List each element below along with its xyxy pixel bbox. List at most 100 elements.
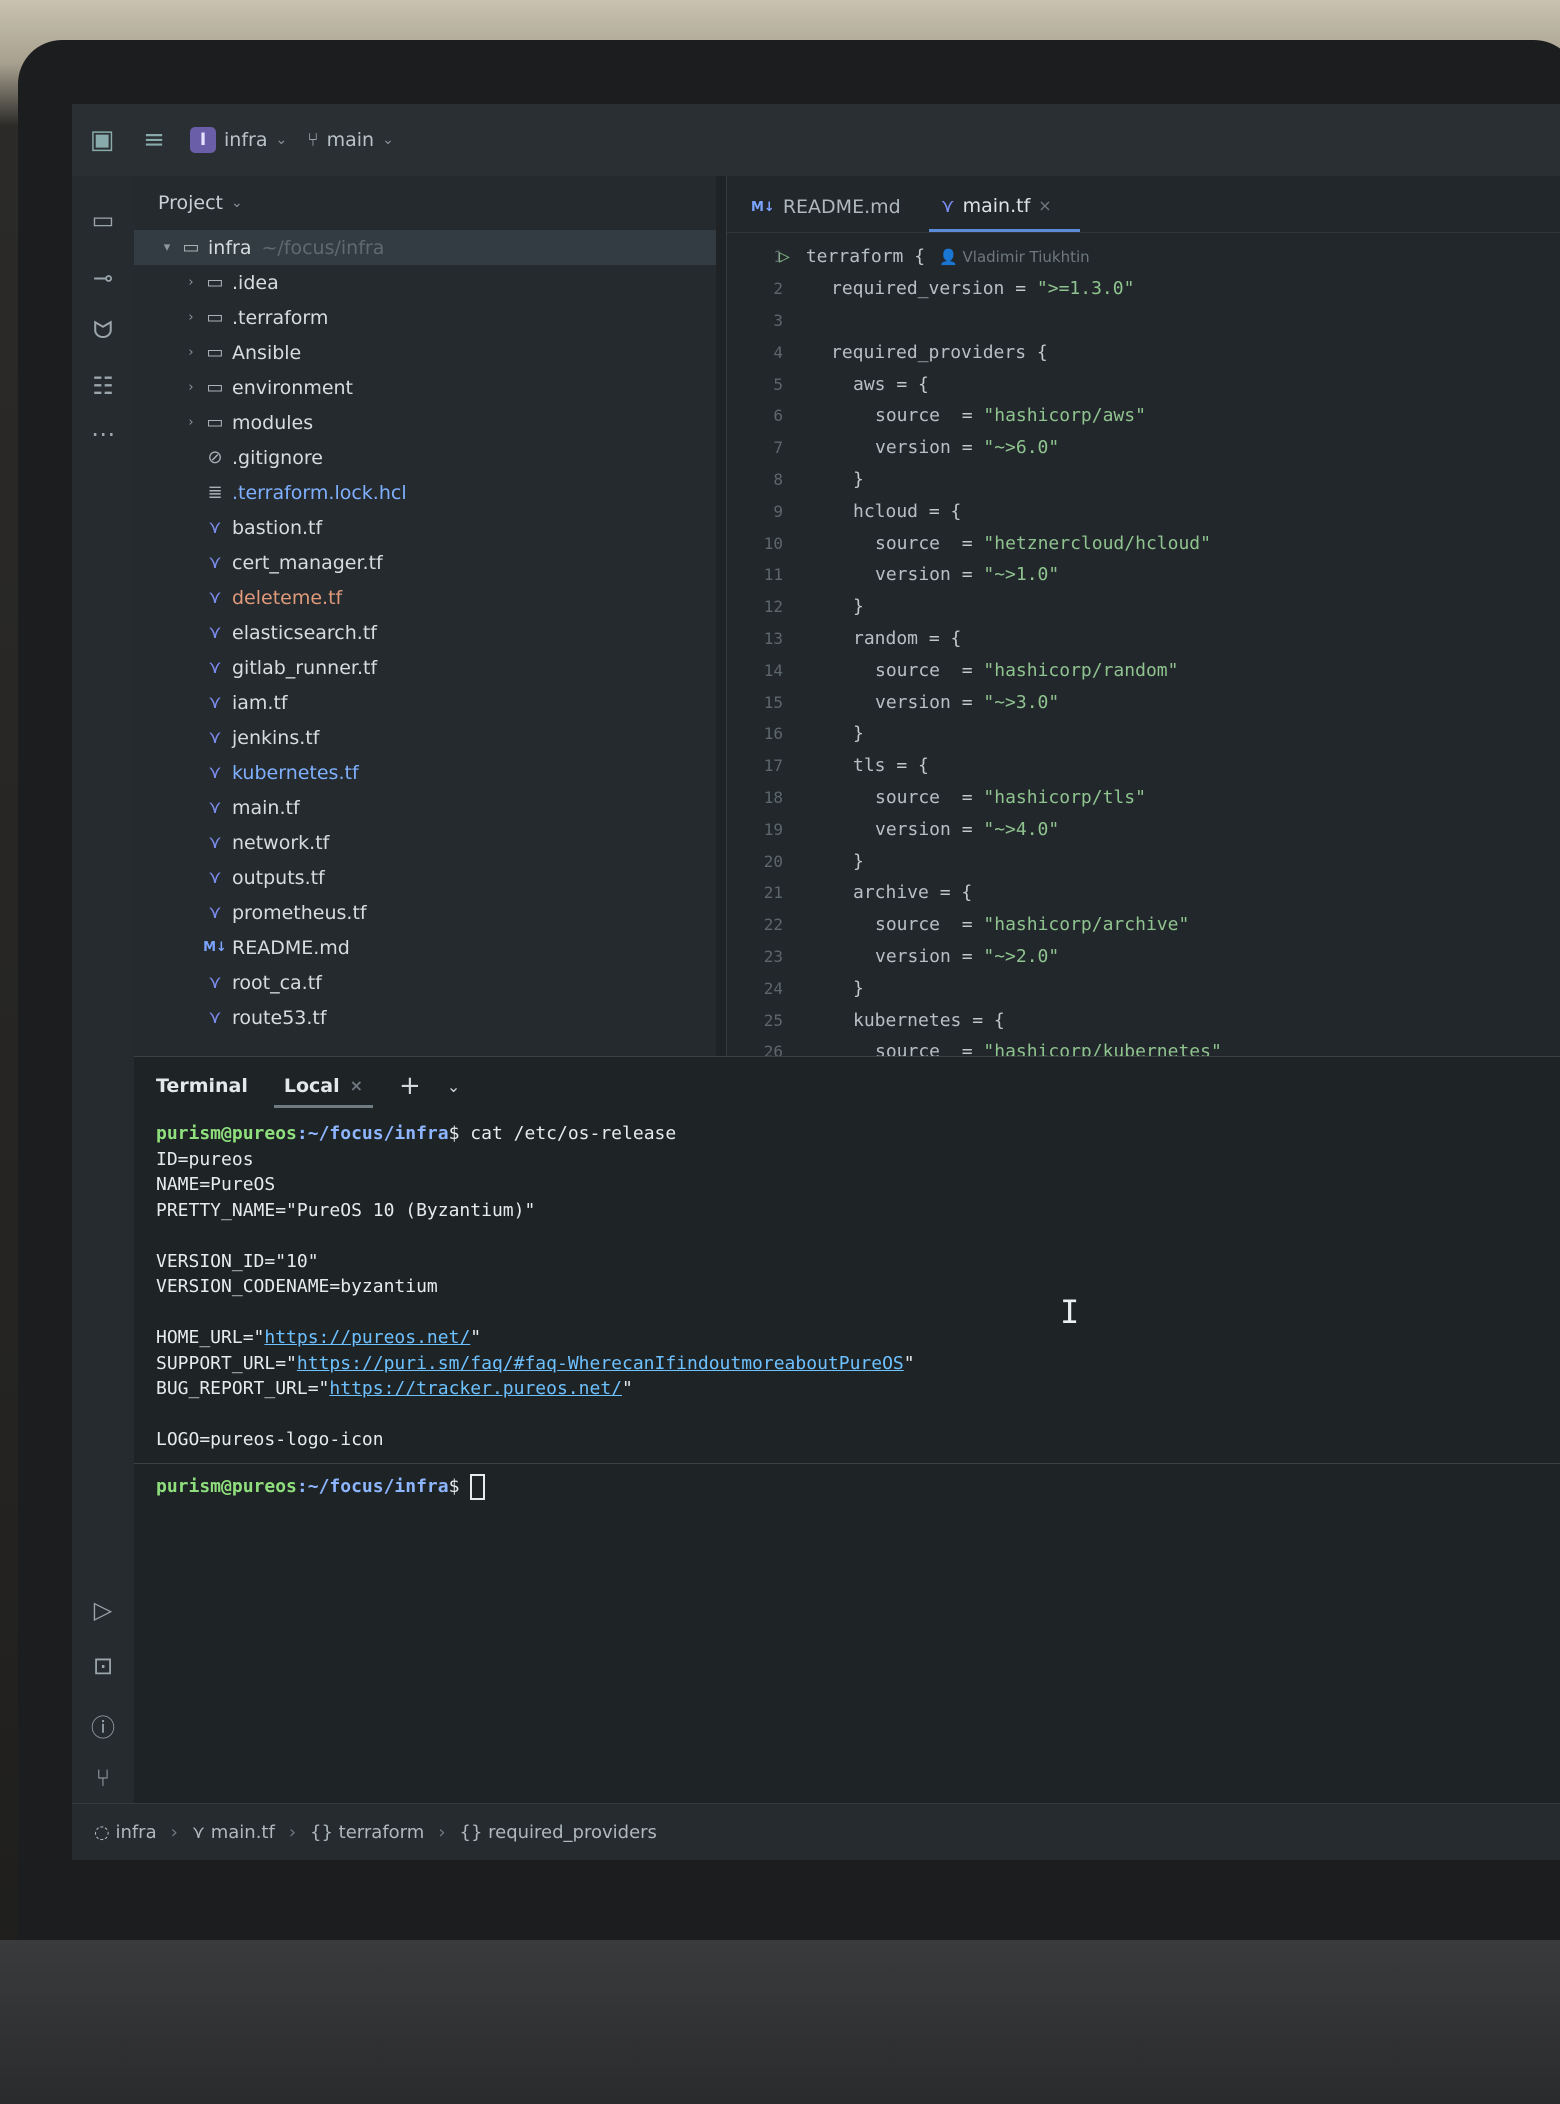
code-key: kubernetes — [853, 1009, 962, 1031]
terraform-icon: ⋎ — [208, 762, 222, 783]
tree-item[interactable]: › ▭ .idea — [134, 265, 716, 300]
tree-item[interactable]: › ▭ Ansible — [134, 335, 716, 370]
tree-item[interactable]: ⋎ route53.tf — [134, 1000, 716, 1035]
project-badge: I — [190, 127, 216, 153]
tree-root-path: ~/focus/infra — [261, 236, 385, 259]
code-text: archive = { — [809, 882, 972, 903]
tree-root[interactable]: ▾ ▭ infra ~/focus/infra — [134, 230, 716, 265]
block-icon: {} — [310, 1821, 339, 1843]
terminal-tab-label: Local — [283, 1074, 340, 1097]
add-terminal-icon[interactable]: + — [399, 1071, 421, 1101]
cat-icon[interactable]: ᗢ — [72, 316, 134, 344]
code-key: version — [875, 691, 951, 713]
code-key: hcloud — [853, 500, 919, 522]
tree-item[interactable]: ⋎ network.tf — [134, 825, 716, 860]
terminal-output[interactable]: purism@pureos:~/focus/infra$ cat /etc/os… — [134, 1115, 1560, 1507]
code-operator: = — [940, 786, 984, 808]
terminal-output-line: NAME=PureOS — [156, 1174, 276, 1195]
chevron-right-icon: › — [188, 310, 194, 325]
tree-item[interactable]: ⋎ prometheus.tf — [134, 895, 716, 930]
code-text: version = "~>3.0" — [809, 692, 1059, 713]
code-operator: = — [950, 818, 984, 840]
code-operator: = — [950, 691, 984, 713]
chevron-right-icon: › — [188, 380, 194, 395]
breadcrumb-item[interactable]: {} required_providers — [460, 1822, 657, 1843]
tree-item-label: gitlab_runner.tf — [232, 656, 378, 679]
folder-icon: ▭ — [206, 307, 224, 328]
code-line: 25 kubernetes = { — [727, 1004, 1560, 1036]
code-text: source = "hashicorp/archive" — [809, 914, 1189, 935]
terminal-command: cat /etc/os-release — [470, 1123, 677, 1144]
code-key: version — [875, 564, 951, 586]
tree-item[interactable]: ⊘ .gitignore — [134, 440, 716, 475]
output-key: BUG_REPORT_URL=" — [156, 1378, 330, 1399]
output-link[interactable]: https://pureos.net/ — [264, 1327, 470, 1348]
code-text: required_version = ">=1.3.0" — [809, 278, 1134, 299]
git-icon[interactable]: ⑂ — [72, 1764, 134, 1792]
line-number: 20 — [763, 851, 783, 871]
tree-item[interactable]: ⋎ jenkins.tf — [134, 720, 716, 755]
output-link[interactable]: https://puri.sm/faq/#faq-WherecanIfindou… — [297, 1353, 904, 1374]
breadcrumb-item[interactable]: ◌ infra — [94, 1822, 157, 1843]
chevron-down-icon[interactable]: ⌄ — [447, 1077, 460, 1096]
output-link[interactable]: https://tracker.pureos.net/ — [329, 1378, 622, 1399]
tree-item[interactable]: ⋎ elasticsearch.tf — [134, 615, 716, 650]
terminal-output-line: HOME_URL="https://pureos.net/" — [156, 1327, 1538, 1353]
editor-tab-label: README.md — [782, 196, 901, 218]
project-name: infra — [224, 129, 268, 151]
code-key: } — [853, 468, 864, 490]
tree-item[interactable]: ⋎ bastion.tf — [134, 510, 716, 545]
code-key: source — [875, 405, 941, 427]
code-key: } — [853, 723, 864, 745]
laptop-body — [0, 1940, 1560, 2104]
structure-icon[interactable]: ☷ — [72, 372, 134, 400]
code-line: 23 version = "~>2.0" — [727, 941, 1560, 973]
tree-item[interactable]: ⋎ iam.tf — [134, 685, 716, 720]
editor-tab[interactable]: ⋎ main.tf × — [928, 182, 1080, 232]
breadcrumb-item[interactable]: ⋎ main.tf — [192, 1822, 275, 1843]
tree-item[interactable]: M↓ README.md — [134, 930, 716, 965]
problems-icon[interactable]: ⓘ — [72, 1708, 134, 1743]
tree-item[interactable]: › ▭ .terraform — [134, 300, 716, 335]
line-number: 19 — [763, 819, 783, 839]
output-suffix: " — [470, 1327, 482, 1348]
main-menu-icon[interactable]: ≡ — [138, 125, 170, 155]
tree-item[interactable]: › ▭ modules — [134, 405, 716, 440]
close-icon[interactable]: × — [1038, 196, 1051, 215]
tree-item[interactable]: ⋎ root_ca.tf — [134, 965, 716, 1000]
breadcrumb-separator: › — [288, 1821, 297, 1843]
terminal-tab-local[interactable]: Local × — [273, 1065, 374, 1108]
prompt-cwd: :~/focus/infra — [296, 1123, 449, 1144]
breadcrumb-item[interactable]: {} terraform — [310, 1822, 424, 1843]
code-area[interactable]: 1 ▷ terraform {👤 Vladimir Tiukhtin 2 require… — [727, 233, 1560, 1068]
code-line: 22 source = "hashicorp/archive" — [727, 909, 1560, 941]
branch-switcher[interactable]: ⑂ main ⌄ — [307, 129, 394, 151]
code-text: kubernetes = { — [809, 1010, 1005, 1031]
code-operator: = — [950, 945, 984, 967]
app-logo-icon[interactable]: ▣ — [86, 125, 118, 155]
project-header[interactable]: Project ⌄ — [134, 176, 716, 230]
tree-item[interactable]: ⋎ kubernetes.tf — [134, 755, 716, 790]
tree-item[interactable]: ⋎ deleteme.tf — [134, 580, 716, 615]
more-icon[interactable]: ⋯ — [72, 420, 134, 448]
run-icon[interactable]: ▷ — [72, 1596, 134, 1624]
code-line: 18 source = "hashicorp/tls" — [727, 782, 1560, 814]
tree-item[interactable]: ≣ .terraform.lock.hcl — [134, 475, 716, 510]
code-line: 12} — [727, 591, 1560, 623]
project-switcher[interactable]: I infra ⌄ — [190, 127, 287, 153]
code-key: } — [853, 850, 864, 872]
tree-item-label: .terraform.lock.hcl — [232, 481, 407, 504]
terminal-icon[interactable]: ⊡ — [72, 1652, 134, 1680]
tree-item[interactable]: › ▭ environment — [134, 370, 716, 405]
tree-item[interactable]: ⋎ outputs.tf — [134, 860, 716, 895]
tree-item[interactable]: ⋎ gitlab_runner.tf — [134, 650, 716, 685]
editor-tab[interactable]: M↓ README.md — [739, 182, 929, 232]
close-icon[interactable]: × — [350, 1076, 363, 1095]
tree-item[interactable]: ⋎ cert_manager.tf — [134, 545, 716, 580]
folder-icon[interactable]: ▭ — [72, 206, 134, 234]
commit-icon[interactable]: ⊸ — [72, 264, 134, 292]
code-operator: = { — [928, 882, 973, 904]
terraform-icon: ⋎ — [208, 587, 222, 608]
tree-item[interactable]: ⋎ main.tf — [134, 790, 716, 825]
run-gutter-icon[interactable]: ▷ — [779, 246, 790, 267]
